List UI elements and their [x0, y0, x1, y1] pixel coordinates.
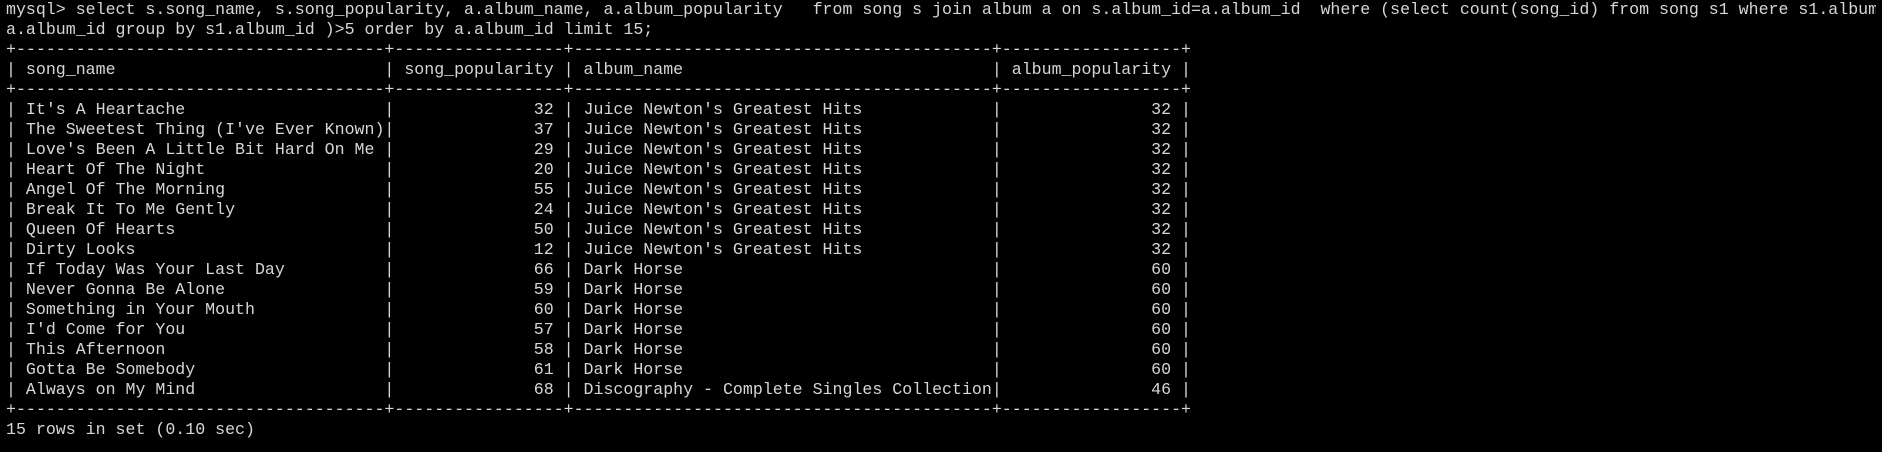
terminal-window[interactable]: mysql> select s.song_name, s.song_popula…	[0, 0, 1882, 452]
sql-command-line-1: mysql> select s.song_name, s.song_popula…	[6, 0, 1876, 19]
table-row: | Something in Your Mouth | 60 | Dark Ho…	[6, 300, 1191, 319]
table-row: | It's A Heartache | 32 | Juice Newton's…	[6, 100, 1191, 119]
sql-command-line-2: a.album_id group by s1.album_id )>5 orde…	[6, 20, 654, 39]
table-row: | Dirty Looks | 12 | Juice Newton's Grea…	[6, 240, 1191, 259]
query-result-summary: 15 rows in set (0.10 sec)	[6, 420, 255, 439]
table-row: | This Afternoon | 58 | Dark Horse | 60 …	[6, 340, 1191, 359]
table-header-border: +-------------------------------------+-…	[6, 80, 1191, 99]
table-row: | Heart Of The Night | 20 | Juice Newton…	[6, 160, 1191, 179]
table-top-border: +-------------------------------------+-…	[6, 40, 1191, 59]
table-row: | Gotta Be Somebody | 61 | Dark Horse | …	[6, 360, 1191, 379]
table-header-row: | song_name | song_popularity | album_na…	[6, 60, 1191, 79]
table-row: | Angel Of The Morning | 55 | Juice Newt…	[6, 180, 1191, 199]
table-row: | Break It To Me Gently | 24 | Juice New…	[6, 200, 1191, 219]
table-row: | Never Gonna Be Alone | 59 | Dark Horse…	[6, 280, 1191, 299]
table-row: | The Sweetest Thing (I've Ever Known)| …	[6, 120, 1191, 139]
table-row: | Love's Been A Little Bit Hard On Me | …	[6, 140, 1191, 159]
table-row: | If Today Was Your Last Day | 66 | Dark…	[6, 260, 1191, 279]
table-row: | Queen Of Hearts | 50 | Juice Newton's …	[6, 220, 1191, 239]
table-row: | I'd Come for You | 57 | Dark Horse | 6…	[6, 320, 1191, 339]
table-bottom-border: +-------------------------------------+-…	[6, 400, 1191, 419]
table-row: | Always on My Mind | 68 | Discography -…	[6, 380, 1191, 399]
